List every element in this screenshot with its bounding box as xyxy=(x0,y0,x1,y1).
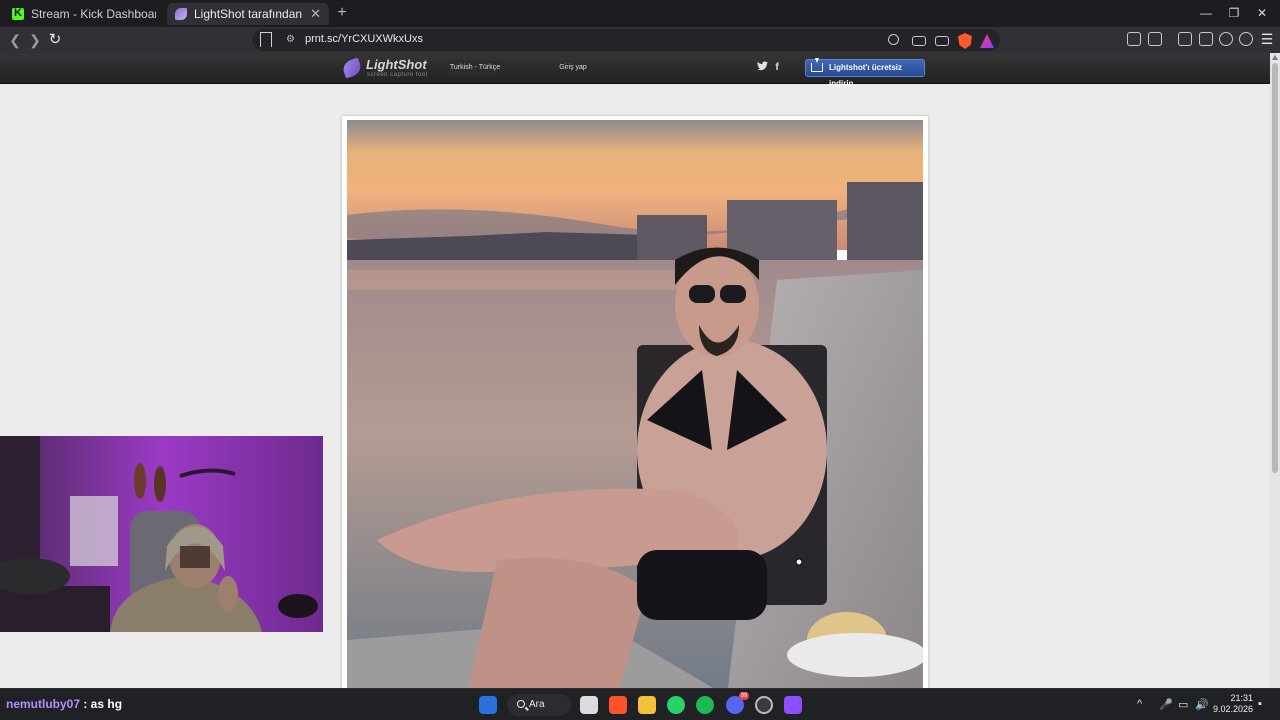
page-scrollbar[interactable] xyxy=(1270,53,1280,688)
taskbar-search[interactable]: Ara xyxy=(507,694,571,716)
zoom-icon[interactable] xyxy=(888,34,899,45)
lightshot-logo[interactable]: LightShot screen capture tool xyxy=(340,56,433,82)
logo-tagline: screen capture tool xyxy=(367,72,428,78)
stream-chat-overlay: nemutluby07 : as hg xyxy=(6,697,122,711)
site-info-icon[interactable]: ⚙ xyxy=(286,34,295,45)
chat-message: : as hg xyxy=(80,697,123,711)
search-icon xyxy=(517,700,525,708)
screenshot-icon[interactable] xyxy=(1148,32,1162,46)
tab-title: LightShot tarafından Ekran Görü xyxy=(194,7,304,21)
close-tab-icon[interactable]: ✕ xyxy=(310,6,321,22)
browser-tab-strip: Stream - Kick Dashboard LightShot tarafı… xyxy=(0,0,1280,27)
screenshot-image[interactable] xyxy=(347,120,923,688)
kick-favicon-icon xyxy=(12,7,24,20)
language-selector[interactable]: Turkish - Türkçe xyxy=(447,61,503,75)
vpn-icon[interactable] xyxy=(1239,32,1253,46)
lightshot-header: LightShot screen capture tool Turkish - … xyxy=(0,53,1270,88)
leo-ai-icon[interactable] xyxy=(1219,32,1233,46)
twitter-icon[interactable] xyxy=(756,61,768,75)
windows-taskbar: nemutluby07 : as hg Ara 99 ^ 🎤 ▭ 🔊 21:31… xyxy=(0,688,1280,720)
tab-kick-dashboard[interactable]: Stream - Kick Dashboard xyxy=(4,3,164,25)
tray-overflow-icon[interactable]: ^ xyxy=(1137,698,1142,710)
tab-title: Stream - Kick Dashboard xyxy=(31,7,156,21)
chat-username: nemutluby07 xyxy=(6,697,81,711)
lightshot-favicon-icon xyxy=(175,8,187,20)
file-explorer-icon[interactable] xyxy=(638,696,656,714)
discord-notification-badge: 99 xyxy=(739,692,749,700)
page-viewport: LightShot screen capture tool Turkish - … xyxy=(0,53,1270,688)
reload-button[interactable]: ↻ xyxy=(46,31,64,49)
restore-button[interactable]: ❐ xyxy=(1224,4,1244,22)
windows-start-icon[interactable] xyxy=(479,696,497,714)
facebook-icon[interactable]: f xyxy=(771,61,783,75)
minimize-button[interactable]: — xyxy=(1196,4,1216,22)
scrollbar-thumb[interactable] xyxy=(1272,63,1278,473)
search-label: Ara xyxy=(529,699,545,710)
logo-name: LightShot xyxy=(366,57,427,72)
taskbar-clock[interactable]: 21:31 9.02.2026 xyxy=(1213,693,1253,715)
login-link[interactable]: Giriş yap xyxy=(558,61,588,75)
extensions-icon[interactable] xyxy=(1127,32,1141,46)
volume-icon[interactable]: 🔊 xyxy=(1195,698,1209,711)
new-tab-button[interactable]: + xyxy=(334,4,350,22)
forward-button[interactable]: ❯ xyxy=(26,31,44,49)
sidebar-icon[interactable] xyxy=(1178,32,1192,46)
photo-illustration xyxy=(347,120,923,688)
back-button[interactable]: ❮ xyxy=(6,31,24,49)
feather-icon xyxy=(340,57,364,79)
close-window-button[interactable]: ✕ xyxy=(1252,4,1272,22)
grid-app-icon[interactable] xyxy=(784,696,802,714)
download-label: Lightshot'ı ücretsiz indirin xyxy=(829,63,903,88)
wallet-icon[interactable] xyxy=(1199,32,1213,46)
brave-shields-icon[interactable] xyxy=(958,33,972,49)
whatsapp-icon[interactable] xyxy=(667,696,685,714)
spotify-icon[interactable] xyxy=(696,696,714,714)
bookmark-icon[interactable] xyxy=(260,32,272,47)
webcam-illustration xyxy=(0,436,323,632)
tab-lightshot[interactable]: LightShot tarafından Ekran Görü ✕ xyxy=(167,3,329,25)
download-icon xyxy=(811,58,823,72)
browser-toolbar: ❮ ❯ ↻ ⚙ prnt.sc/YrCXUXWkxUxs ☰ xyxy=(0,27,1280,53)
menu-icon[interactable]: ☰ xyxy=(1258,30,1276,48)
clock-date: 9.02.2026 xyxy=(1213,704,1254,714)
download-lightshot-button[interactable]: Lightshot'ı ücretsiz indirin xyxy=(805,58,925,88)
webcam-overlay xyxy=(0,436,323,632)
brave-rewards-icon[interactable] xyxy=(980,34,994,48)
notification-icon[interactable]: ▪ xyxy=(1258,698,1262,710)
discord-icon[interactable]: 99 xyxy=(726,692,749,714)
scroll-up-icon[interactable] xyxy=(1272,55,1278,60)
address-bar[interactable]: ⚙ prnt.sc/YrCXUXWkxUxs xyxy=(252,29,1000,51)
url-text[interactable]: prnt.sc/YrCXUXWkxUxs xyxy=(305,33,423,45)
brave-browser-icon[interactable] xyxy=(609,696,627,714)
clock-time: 21:31 xyxy=(1230,693,1253,703)
task-view-icon[interactable] xyxy=(580,696,598,714)
share-icon[interactable] xyxy=(935,36,949,46)
network-icon[interactable]: ▭ xyxy=(1178,698,1188,711)
microphone-icon[interactable]: 🎤 xyxy=(1159,698,1173,711)
cast-icon[interactable] xyxy=(912,36,926,46)
app-icon[interactable] xyxy=(755,696,773,714)
screenshot-frame xyxy=(342,116,928,688)
